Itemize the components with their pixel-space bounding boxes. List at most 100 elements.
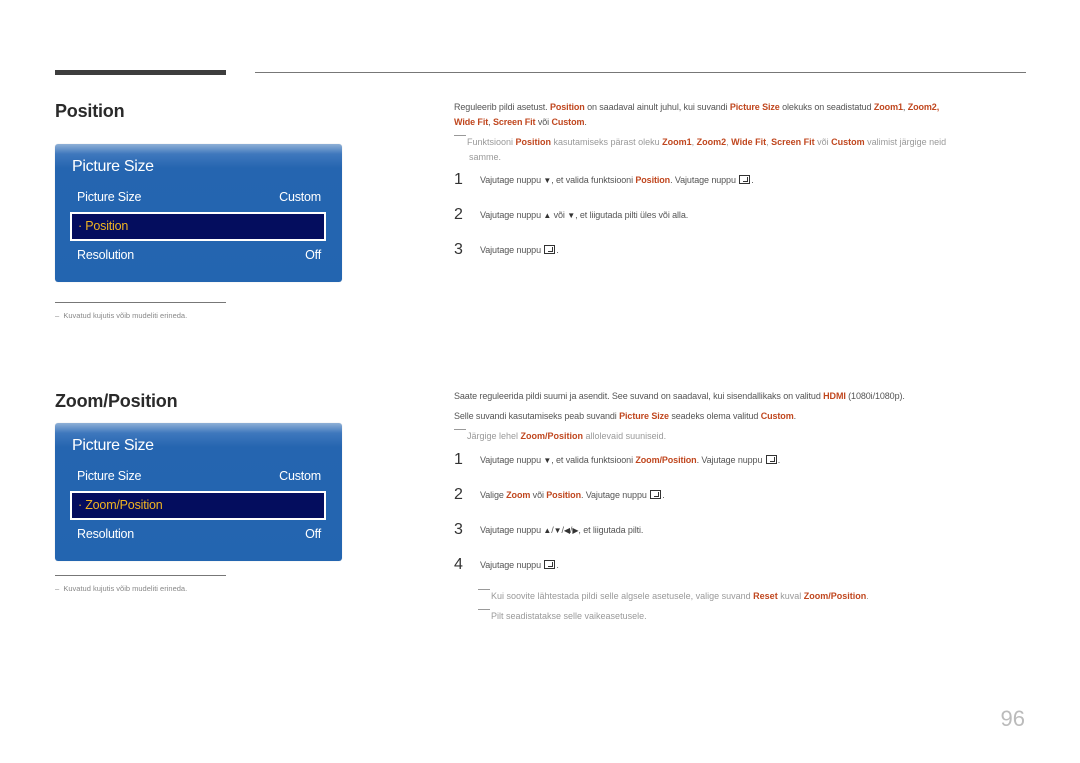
section-title-zoom-position: Zoom/Position bbox=[55, 391, 178, 411]
enter-icon bbox=[765, 455, 777, 464]
note-1: Kui soovite lähtestada pildi selle algse… bbox=[478, 589, 869, 604]
term: Zoom/Position bbox=[635, 455, 697, 465]
term: Screen Fit bbox=[492, 117, 536, 127]
intro-line-1: Reguleerib pildi asetust. Position on sa… bbox=[454, 100, 939, 115]
term: Zoom2 bbox=[907, 102, 937, 112]
text: , et valida funktsiooni bbox=[551, 455, 636, 465]
intro-line-1: Saate reguleerida pildi suumi ja asendit… bbox=[454, 389, 905, 404]
step-3: 3 Vajutage nuppu ▲/▼/◀/▶, et liigutada pi… bbox=[454, 521, 643, 539]
term: Position bbox=[635, 175, 671, 185]
osd-row-selected[interactable]: · Zoom/Position bbox=[70, 491, 326, 520]
text: . bbox=[556, 560, 559, 570]
text: või bbox=[530, 490, 547, 500]
text: või bbox=[535, 117, 552, 127]
step-4: 4 Vajutage nuppu . bbox=[454, 556, 559, 574]
text: seadeks olema valitud bbox=[668, 411, 761, 421]
section-title-position: Position bbox=[55, 101, 125, 121]
step-number: 1 bbox=[454, 171, 463, 188]
term: Position bbox=[546, 490, 581, 500]
term: Wide Fit bbox=[731, 137, 767, 147]
text: kasutamiseks pärast oleku bbox=[551, 137, 663, 147]
text: Vajutage nuppu bbox=[480, 175, 544, 185]
term: Custom bbox=[551, 117, 585, 127]
text: . bbox=[584, 117, 587, 127]
step-number: 2 bbox=[454, 486, 463, 503]
step-2: 2 Vajutage nuppu ▲ või ▼, et liigutada pi… bbox=[454, 206, 688, 224]
text: Selle suvandi kasutamiseks peab suvandi bbox=[454, 411, 620, 421]
term: Custom bbox=[831, 137, 865, 147]
text: Vajutage nuppu bbox=[480, 560, 544, 570]
dash-icon bbox=[454, 135, 466, 136]
text: Vajutage nuppu bbox=[480, 210, 544, 220]
step-number: 1 bbox=[454, 451, 463, 468]
dash-icon bbox=[454, 429, 466, 430]
text: või bbox=[551, 210, 568, 220]
osd-row-picture-size[interactable]: Picture Size Custom bbox=[77, 469, 321, 483]
osd-menu-zoom-position: Picture Size Picture Size Custom · Zoom/… bbox=[55, 423, 342, 561]
footnote-rule bbox=[55, 575, 226, 576]
hint-line-2: samme. bbox=[469, 152, 502, 162]
text: Saate reguleerida pildi suumi ja asendit… bbox=[454, 391, 824, 401]
term: Picture Size bbox=[729, 102, 780, 112]
step-3: 3 Vajutage nuppu . bbox=[454, 241, 559, 259]
text: Funktsiooni bbox=[467, 137, 516, 147]
text: (1080i/1080p). bbox=[845, 391, 905, 401]
text: Pilt seadistatakse selle vaikeasetusele. bbox=[491, 611, 647, 621]
term: Zoom/Position bbox=[520, 431, 584, 441]
enter-icon bbox=[739, 175, 751, 184]
text: , et liigutada pilti. bbox=[578, 525, 644, 535]
term: Zoom2 bbox=[696, 137, 727, 147]
step-text: Vajutage nuppu ▼, et valida funktsiooni … bbox=[480, 455, 780, 465]
term: Zoom/Position bbox=[803, 591, 867, 601]
step-number: 3 bbox=[454, 241, 463, 258]
term: Picture Size bbox=[619, 411, 669, 421]
text: . bbox=[793, 411, 797, 421]
step-number: 4 bbox=[454, 556, 463, 573]
text: on saadaval ainult juhul, kui suvandi bbox=[584, 102, 730, 112]
osd-row-value: Custom bbox=[279, 190, 321, 204]
osd-header: Picture Size bbox=[72, 158, 154, 175]
intro-line-2: Selle suvandi kasutamiseks peab suvandi … bbox=[454, 409, 796, 424]
footnote-text: Kuvatud kujutis võib mudeliti erineda. bbox=[63, 311, 188, 320]
text: . bbox=[777, 455, 781, 465]
footnote: – Kuvatud kujutis võib mudeliti erineda. bbox=[55, 584, 188, 593]
step-number: 3 bbox=[454, 521, 463, 538]
osd-row-resolution[interactable]: Resolution Off bbox=[77, 248, 321, 262]
text: Kui soovite lähtestada pildi selle algse… bbox=[491, 591, 754, 601]
step-1: 1 Vajutage nuppu ▼, et valida funktsiooni… bbox=[454, 171, 754, 189]
text: . bbox=[556, 245, 559, 255]
dash-icon bbox=[478, 609, 490, 610]
osd-row-resolution[interactable]: Resolution Off bbox=[77, 527, 321, 541]
osd-row-picture-size[interactable]: Picture Size Custom bbox=[77, 190, 321, 204]
osd-selected-label: Position bbox=[85, 219, 129, 233]
text: . bbox=[866, 591, 869, 601]
step-text: Vajutage nuppu . bbox=[480, 245, 559, 255]
osd-selected-label: Zoom/Position bbox=[85, 498, 163, 512]
step-text: Vajutage nuppu ▼, et valida funktsiooni … bbox=[480, 175, 754, 185]
text: . Vajutage nuppu bbox=[670, 175, 739, 185]
text: kuval bbox=[777, 591, 804, 601]
osd-row-label: Resolution bbox=[77, 527, 135, 541]
text: või bbox=[814, 137, 832, 147]
osd-menu-position: Picture Size Picture Size Custom · Posit… bbox=[55, 144, 342, 282]
step-1: 1 Vajutage nuppu ▼, et valida funktsiooni… bbox=[454, 451, 780, 469]
osd-row-selected[interactable]: · Position bbox=[70, 212, 326, 241]
text: . Vajutage nuppu bbox=[580, 490, 650, 500]
step-2: 2 Valige Zoom või Position. Vajutage nupp… bbox=[454, 486, 665, 504]
intro-line-2: Wide Fit, Screen Fit või Custom. bbox=[454, 115, 587, 130]
enter-icon bbox=[650, 490, 662, 499]
term: Reset bbox=[753, 591, 778, 601]
text: . bbox=[662, 490, 665, 500]
osd-row-label: Resolution bbox=[77, 248, 135, 262]
step-text: Vajutage nuppu . bbox=[480, 560, 559, 570]
text: Reguleerib pildi asetust. bbox=[454, 102, 550, 112]
footnote-rule bbox=[55, 302, 226, 303]
text: olekuks on seadistatud bbox=[779, 102, 874, 112]
term: Custom bbox=[760, 411, 794, 421]
text: , et valida funktsiooni bbox=[551, 175, 636, 185]
note-2: Pilt seadistatakse selle vaikeasetusele. bbox=[478, 609, 647, 624]
hint-line-1: Funktsiooni Position kasutamiseks pärast… bbox=[454, 135, 946, 150]
text: Järgige lehel bbox=[467, 431, 521, 441]
footnote: – Kuvatud kujutis võib mudeliti erineda. bbox=[55, 311, 188, 320]
term: Zoom1 bbox=[873, 102, 903, 112]
